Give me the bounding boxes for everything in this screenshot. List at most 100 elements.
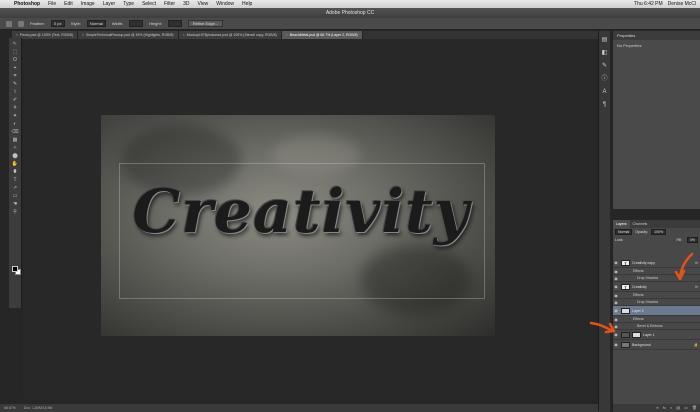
layer-name: Background [632, 342, 651, 347]
menu-window[interactable]: Window [212, 1, 238, 7]
opacity-input[interactable]: 100% [651, 229, 667, 235]
doc-tab-active[interactable]: × BeachMetal.psd @ 66.7% (Layer 2, RGB/8) [281, 31, 363, 39]
layer-effect-row[interactable]: ◉ Drop Shadow [613, 299, 700, 306]
close-icon[interactable]: × [286, 33, 288, 37]
layer-thumbnail [621, 341, 630, 348]
properties-title[interactable]: Properties [613, 31, 700, 40]
width-input[interactable] [129, 20, 144, 27]
doc-tab-label: SimpleTechnicalRecoup.psd @ 15% (Highlig… [86, 33, 174, 37]
adjustment-icon[interactable]: ◐ [670, 404, 672, 412]
layer-mask-thumbnail[interactable] [632, 331, 641, 338]
width-label: Width: [111, 21, 124, 26]
menu-3d[interactable]: 3D [179, 1, 193, 7]
lock-row: Lock: Fill: 0% [613, 236, 700, 244]
document-canvas[interactable]: Creativity [101, 115, 495, 336]
pen-tool-icon[interactable]: ⬮ [11, 169, 19, 176]
healing-tool-icon[interactable]: ⌇ [11, 89, 19, 96]
new-layer-icon[interactable]: ▭ [684, 404, 688, 412]
brush-icon[interactable]: ✎ [601, 63, 608, 70]
menu-app-name[interactable]: Photoshop [10, 1, 44, 7]
eraser-tool-icon[interactable]: ⌫ [11, 129, 19, 136]
character-icon[interactable]: A [601, 89, 608, 96]
marquee-tool-icon[interactable]: ⬚ [11, 49, 19, 56]
move-tool-icon[interactable]: ↖ [11, 41, 19, 48]
layer-row[interactable]: ◉ Layer 1 [613, 330, 700, 340]
lock-icon: 🔒 [693, 342, 698, 347]
refine-edge-button[interactable]: Refine Edge... [187, 20, 224, 27]
foreground-color-swatch[interactable] [12, 266, 18, 272]
layer-effect-row[interactable]: ◉ Bevel & Emboss [613, 323, 700, 330]
brush-tool-icon[interactable]: ✐ [11, 97, 19, 104]
close-icon[interactable]: × [16, 33, 18, 37]
menu-layer[interactable]: Layer [99, 1, 120, 7]
fill-input[interactable]: 0% [686, 237, 698, 243]
layer-effect-name: Drop Shadow [637, 276, 659, 280]
fx-icon[interactable]: fx [663, 404, 666, 412]
eye-icon[interactable]: ◉ [613, 260, 619, 265]
menu-view[interactable]: View [194, 1, 213, 7]
info-icon[interactable]: ⓘ [601, 76, 608, 83]
layer-name: Creativity copy [632, 260, 655, 265]
stamp-tool-icon[interactable]: ⚘ [11, 105, 19, 112]
crop-tool-icon[interactable]: ⌗ [11, 73, 19, 80]
trash-icon[interactable]: 🗑 [692, 404, 697, 412]
zoom-tool-icon[interactable]: ⚲ [11, 209, 19, 216]
zoom-readout[interactable]: 66.67% [4, 406, 16, 410]
layer-row-selected[interactable]: ◉ Layer 2 [613, 306, 700, 316]
menu-image[interactable]: Image [77, 1, 99, 7]
blend-mode-select[interactable]: Normal [615, 229, 633, 235]
eye-icon[interactable]: ◉ [613, 308, 619, 313]
eyedropper-tool-icon[interactable]: ✎ [11, 81, 19, 88]
menu-edit[interactable]: Edit [60, 1, 77, 7]
paragraph-icon[interactable]: ¶ [601, 102, 608, 109]
tab-channels[interactable]: Channels [630, 220, 651, 228]
tab-layers[interactable]: Layers [613, 220, 630, 228]
menu-help[interactable]: Help [238, 1, 256, 7]
hand-tool-icon[interactable]: ✋ [11, 161, 19, 168]
eraser-tool-icon[interactable]: ◐ [11, 121, 19, 128]
user-name[interactable]: Denise McCl [668, 1, 696, 7]
link-icon[interactable]: ∞ [656, 404, 659, 412]
group-icon[interactable]: ▤ [676, 404, 680, 412]
layer-name: Layer 2 [632, 308, 644, 313]
doc-tab[interactable]: × Mockup1978photomut.psd @ 100% (Stencil … [178, 31, 282, 39]
doc-tab[interactable]: × SimpleTechnicalRecoup.psd @ 15% (Highli… [77, 31, 179, 39]
layer-effect-name: Effects [633, 293, 644, 297]
system-menubar: Photoshop File Edit Image Layer Type Sel… [0, 0, 700, 8]
close-icon[interactable]: × [183, 33, 185, 37]
fx-icon[interactable]: fx [695, 285, 698, 289]
feather-label: Feather: [30, 21, 45, 26]
height-input[interactable] [167, 20, 182, 27]
menu-file[interactable]: File [44, 1, 60, 7]
feather-input[interactable]: 0 px [50, 20, 65, 27]
hand-tool-icon[interactable]: ☚ [11, 201, 19, 208]
eye-icon[interactable]: ◉ [613, 342, 619, 347]
history-brush-tool-icon[interactable]: ✦ [11, 113, 19, 120]
annotation-arrow-fx [674, 252, 694, 281]
gradient-tool-icon[interactable]: ▦ [11, 137, 19, 144]
menu-select[interactable]: Select [138, 1, 160, 7]
blur-tool-icon[interactable]: ✧ [11, 145, 19, 152]
selection-mode-icon[interactable] [18, 20, 24, 27]
blend-row: Normal Opacity: 100% [613, 228, 700, 236]
doc-size-readout[interactable]: Doc: 1.80M/15.9M [24, 406, 53, 410]
properties-icon[interactable]: ◧ [601, 50, 608, 57]
close-icon[interactable]: × [82, 33, 84, 37]
doc-tab-label: BeachMetal.psd @ 66.7% (Layer 2, RGB/8) [289, 33, 358, 37]
style-select[interactable]: Normal [86, 20, 106, 27]
menu-type[interactable]: Type [119, 1, 138, 7]
eye-icon[interactable]: ◉ [613, 284, 619, 289]
layer-effects-row[interactable]: ◉ Effects [613, 292, 700, 299]
shape-tool-icon[interactable]: ▭ [11, 193, 19, 200]
type-tool-icon[interactable]: T [11, 177, 19, 184]
lasso-tool-icon[interactable]: ʘ [11, 57, 19, 64]
history-icon[interactable]: ▤ [601, 37, 608, 44]
layer-effects-row[interactable]: ◉ Effects [613, 316, 700, 323]
dodge-tool-icon[interactable]: ⬤ [11, 153, 19, 160]
menu-filter[interactable]: Filter [160, 1, 179, 7]
layer-row[interactable]: ◉ Background 🔒 [613, 340, 700, 350]
path-select-tool-icon[interactable]: ↗ [11, 185, 19, 192]
quick-select-tool-icon[interactable]: ⌖ [11, 65, 19, 72]
layer-row[interactable]: ◉ T Creativity fx [613, 282, 700, 292]
marquee-tool-icon[interactable] [6, 20, 12, 27]
